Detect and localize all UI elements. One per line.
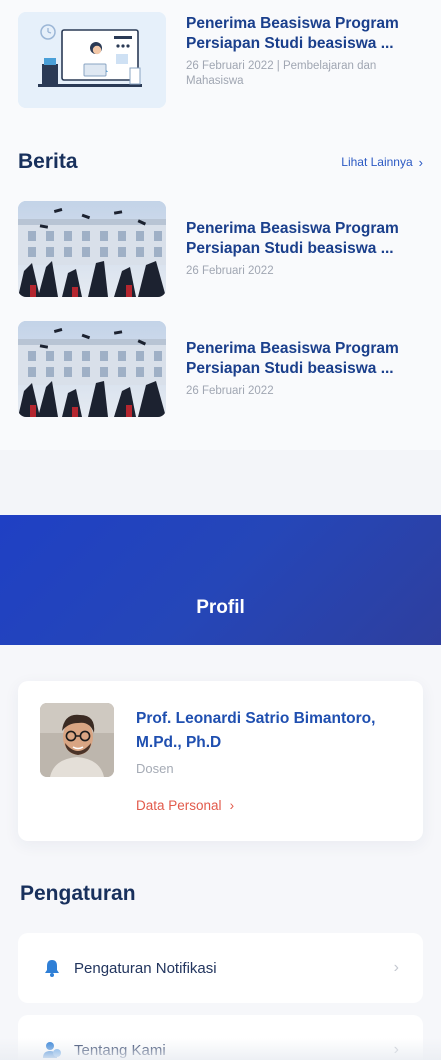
settings-item-label: Pengaturan Notifikasi bbox=[74, 959, 217, 977]
chevron-right-icon: › bbox=[393, 1041, 399, 1058]
news-screen: Penerima Beasiswa Program Persiapan Stud… bbox=[0, 0, 441, 450]
news-thumbnail bbox=[18, 321, 166, 417]
see-more-link[interactable]: Lihat Lainnya › bbox=[341, 155, 423, 170]
settings-item-label: Tentang Kami bbox=[74, 1041, 166, 1059]
profile-header: Profil bbox=[0, 515, 441, 645]
avatar-photo bbox=[40, 703, 114, 777]
berita-title: Berita bbox=[18, 150, 78, 173]
news-thumbnail bbox=[18, 201, 166, 297]
see-more-label: Lihat Lainnya bbox=[341, 155, 413, 169]
graduation-photo bbox=[18, 201, 166, 297]
news-meta: 26 Februari 2022 | Pembelajaran dan Maha… bbox=[186, 60, 377, 87]
news-item[interactable]: Penerima Beasiswa Program Persiapan Stud… bbox=[18, 201, 423, 301]
news-thumbnail bbox=[18, 12, 166, 108]
news-date: 26 Februari 2022 bbox=[186, 265, 274, 277]
chevron-right-icon: › bbox=[229, 798, 235, 813]
news-item[interactable]: Penerima Beasiswa Program Persiapan Stud… bbox=[18, 321, 423, 421]
settings-item-notifications[interactable]: Pengaturan Notifikasi › bbox=[18, 933, 423, 1003]
berita-header: Berita Lihat Lainnya › bbox=[18, 146, 423, 178]
avatar bbox=[40, 703, 114, 777]
graduation-photo bbox=[18, 321, 166, 417]
online-learning-illustration bbox=[18, 12, 166, 108]
settings-title: Pengaturan bbox=[20, 882, 136, 905]
bell-icon bbox=[42, 958, 62, 978]
page-title: Profil bbox=[196, 597, 245, 618]
profile-screen: Profil Prof. Leonardi Satrio Bimantoro, … bbox=[0, 515, 441, 1060]
chevron-right-icon: › bbox=[393, 959, 399, 976]
news-item-featured[interactable]: Penerima Beasiswa Program Persiapan Stud… bbox=[18, 12, 423, 112]
people-icon bbox=[42, 1040, 62, 1060]
news-title: Penerima Beasiswa Program Persiapan Stud… bbox=[186, 220, 399, 257]
news-title: Penerima Beasiswa Program Persiapan Stud… bbox=[186, 340, 399, 377]
data-personal-label: Data Personal bbox=[136, 798, 222, 813]
chevron-right-icon: › bbox=[418, 154, 423, 170]
profile-card: Prof. Leonardi Satrio Bimantoro, M.Pd., … bbox=[18, 681, 423, 841]
news-date: 26 Februari 2022 bbox=[186, 385, 274, 397]
profile-role: Dosen bbox=[136, 761, 174, 776]
data-personal-link[interactable]: Data Personal › bbox=[136, 798, 234, 813]
settings-item-about[interactable]: Tentang Kami › bbox=[18, 1015, 423, 1060]
profile-name: Prof. Leonardi Satrio Bimantoro, M.Pd., … bbox=[136, 710, 376, 751]
news-title: Penerima Beasiswa Program Persiapan Stud… bbox=[186, 15, 399, 52]
